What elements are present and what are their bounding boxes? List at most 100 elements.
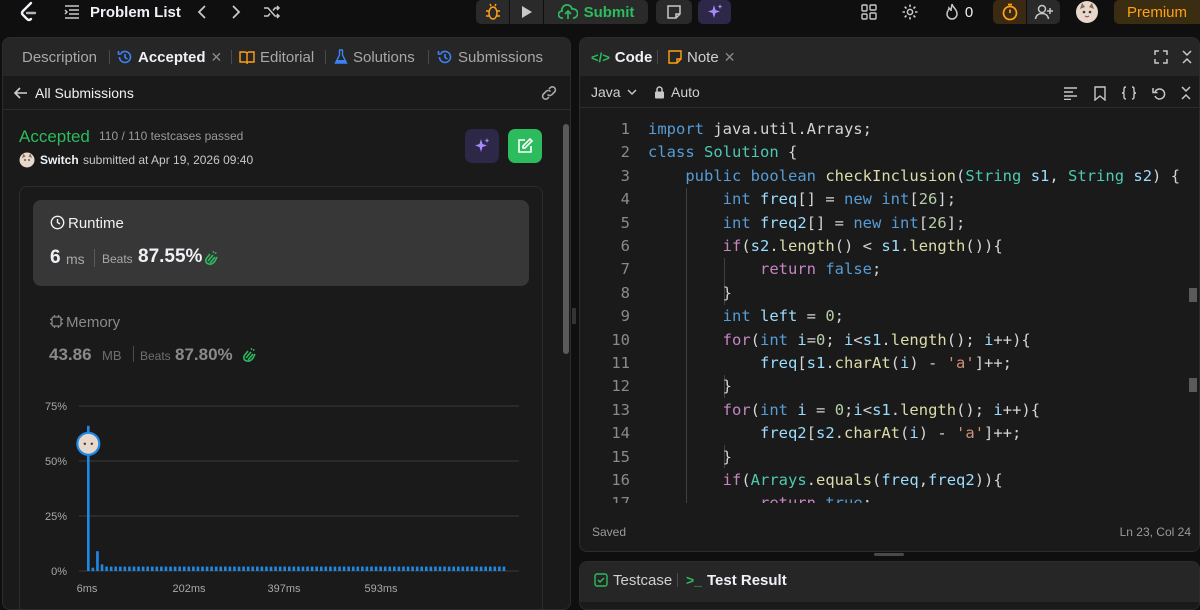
vertical-resize-handle[interactable]: [874, 553, 904, 556]
runtime-distribution-chart[interactable]: 75% 50% 25% 0% 6ms 202ms 397ms 593ms: [29, 390, 529, 600]
leetcode-logo-icon[interactable]: [14, 0, 42, 24]
layout-grid-icon[interactable]: [858, 2, 880, 22]
chart-bar: [128, 566, 131, 571]
chart-bar: [155, 566, 159, 571]
tab-testcase[interactable]: Testcase: [594, 562, 672, 598]
cursor-position: Ln 23, Col 24: [1119, 525, 1191, 539]
tab-note-label: Note: [687, 48, 719, 66]
fullscreen-icon[interactable]: [1152, 48, 1170, 66]
runtime-beats-label: Beats: [102, 252, 133, 266]
chart-bar: [502, 566, 506, 571]
language-select[interactable]: Java: [591, 84, 637, 100]
braces-icon[interactable]: [1120, 84, 1138, 102]
write-solution-button[interactable]: [508, 129, 542, 163]
chart-bar: [278, 566, 282, 571]
cloud-upload-icon: [557, 4, 578, 19]
bookmark-icon[interactable]: [1091, 84, 1109, 102]
all-submissions-link[interactable]: All Submissions: [35, 85, 134, 101]
tab-test-result[interactable]: >_ Test Result: [686, 562, 787, 598]
timer-button[interactable]: [993, 0, 1026, 24]
code-text: public boolean checkInclusion(String s1,…: [685, 166, 1181, 185]
code-text: if(s2.length() < s1.length()){: [722, 237, 1003, 255]
collapse-panel-icon[interactable]: [1178, 48, 1196, 66]
user-avatar[interactable]: [1073, 0, 1101, 24]
code-text: if(Arrays.equals(freq,freq2)){: [722, 471, 1003, 489]
submit-button[interactable]: Submit: [544, 0, 648, 24]
editor-scrollbar-marker[interactable]: [1189, 288, 1197, 302]
testcases-passed: 110 / 110 testcases passed: [99, 129, 244, 143]
collapse-toolbar-icon[interactable]: [1177, 84, 1195, 102]
line-number: 1: [620, 120, 630, 138]
chart-bar: [260, 566, 264, 571]
chart-bar: [118, 566, 122, 571]
share-link-icon[interactable]: [540, 84, 558, 102]
runtime-section[interactable]: Runtime 6 ms Beats 87.55%: [33, 200, 529, 286]
tab-code[interactable]: </> Code: [591, 38, 652, 76]
tab-divider: [325, 50, 326, 64]
tab-note[interactable]: Note ✕: [668, 38, 735, 76]
submitter-avatar[interactable]: [19, 152, 35, 168]
memory-value: 43.86: [49, 345, 92, 364]
submit-label: Submit: [583, 3, 635, 21]
memory-beats-value: 87.80%: [175, 345, 233, 364]
code-line: 13 for(int i = 0;i<s1.length(); i++){: [580, 399, 1190, 422]
tab-submissions[interactable]: Submissions: [437, 38, 543, 76]
debug-button[interactable]: [476, 0, 509, 24]
code-line: 5 int freq2[] = new int[26];: [580, 212, 1190, 235]
line-number: 15: [611, 447, 630, 466]
tab-editorial[interactable]: Editorial: [239, 38, 314, 76]
tab-accepted-label: Accepted: [138, 48, 206, 66]
line-number: 9: [620, 307, 630, 326]
settings-gear-icon[interactable]: [899, 2, 921, 22]
chart-bar: [365, 566, 369, 571]
chart-bar: [466, 566, 469, 571]
reset-code-icon[interactable]: [1150, 84, 1168, 102]
invite-user-button[interactable]: [1027, 0, 1060, 24]
chart-bar: [137, 566, 140, 571]
flask-icon: [334, 49, 348, 64]
premium-button[interactable]: Premium: [1114, 0, 1200, 24]
problem-list-link[interactable]: Problem List: [90, 2, 181, 22]
analyze-ai-button[interactable]: [465, 129, 499, 163]
streak-counter[interactable]: 0: [939, 2, 979, 22]
terminal-icon: >_: [686, 572, 702, 588]
chart-bar: [479, 566, 483, 571]
tab-solutions[interactable]: Solutions: [334, 38, 415, 76]
auto-mode-toggle[interactable]: Auto: [654, 84, 700, 100]
code-text: freq2[s2.charAt(i) - 'a']++;: [759, 424, 1022, 443]
run-button[interactable]: [510, 0, 543, 24]
y-tick-label: 25%: [45, 511, 67, 523]
submission-panel: Description Accepted ✕ Editorial Solutio…: [2, 37, 571, 610]
next-problem-icon[interactable]: [227, 2, 245, 22]
panel-resize-handle[interactable]: [572, 307, 576, 325]
memory-chip-icon: [49, 314, 64, 329]
chart-bar: [370, 566, 373, 571]
chart-bar: [265, 566, 268, 571]
language-label: Java: [591, 84, 621, 100]
format-code-icon[interactable]: [1061, 84, 1079, 102]
back-arrow-icon[interactable]: [13, 85, 29, 101]
memory-label[interactable]: Memory: [66, 314, 120, 331]
chart-bar: [201, 566, 204, 571]
chart-bar: [347, 566, 350, 571]
code-line: 4 int freq[] = new int[26];: [580, 188, 1190, 211]
problem-list-icon[interactable]: [62, 2, 82, 22]
editor-scrollbar-marker[interactable]: [1189, 378, 1197, 392]
code-area[interactable]: 1 import java.util.Arrays; 2 class Solutio…: [580, 118, 1190, 503]
chart-bar: [274, 566, 277, 571]
close-tab-icon[interactable]: ✕: [211, 49, 223, 66]
chart-bar: [456, 566, 460, 571]
close-tab-icon[interactable]: ✕: [724, 49, 736, 66]
chart-bar: [361, 566, 364, 571]
code-text: freq[s1.charAt(i) - 'a']++;: [759, 354, 1013, 372]
notes-button[interactable]: [656, 0, 692, 24]
shuffle-icon[interactable]: [262, 2, 282, 22]
submitter-name[interactable]: Switch: [40, 153, 79, 167]
tab-description[interactable]: Description: [22, 38, 97, 76]
chart-bar: [379, 566, 382, 571]
ai-assistant-button[interactable]: [698, 0, 731, 24]
scrollbar-thumb[interactable]: [563, 124, 569, 354]
previous-problem-icon[interactable]: [193, 2, 211, 22]
tab-accepted[interactable]: Accepted ✕: [117, 38, 222, 76]
code-text: import java.util.Arrays;: [648, 120, 872, 138]
